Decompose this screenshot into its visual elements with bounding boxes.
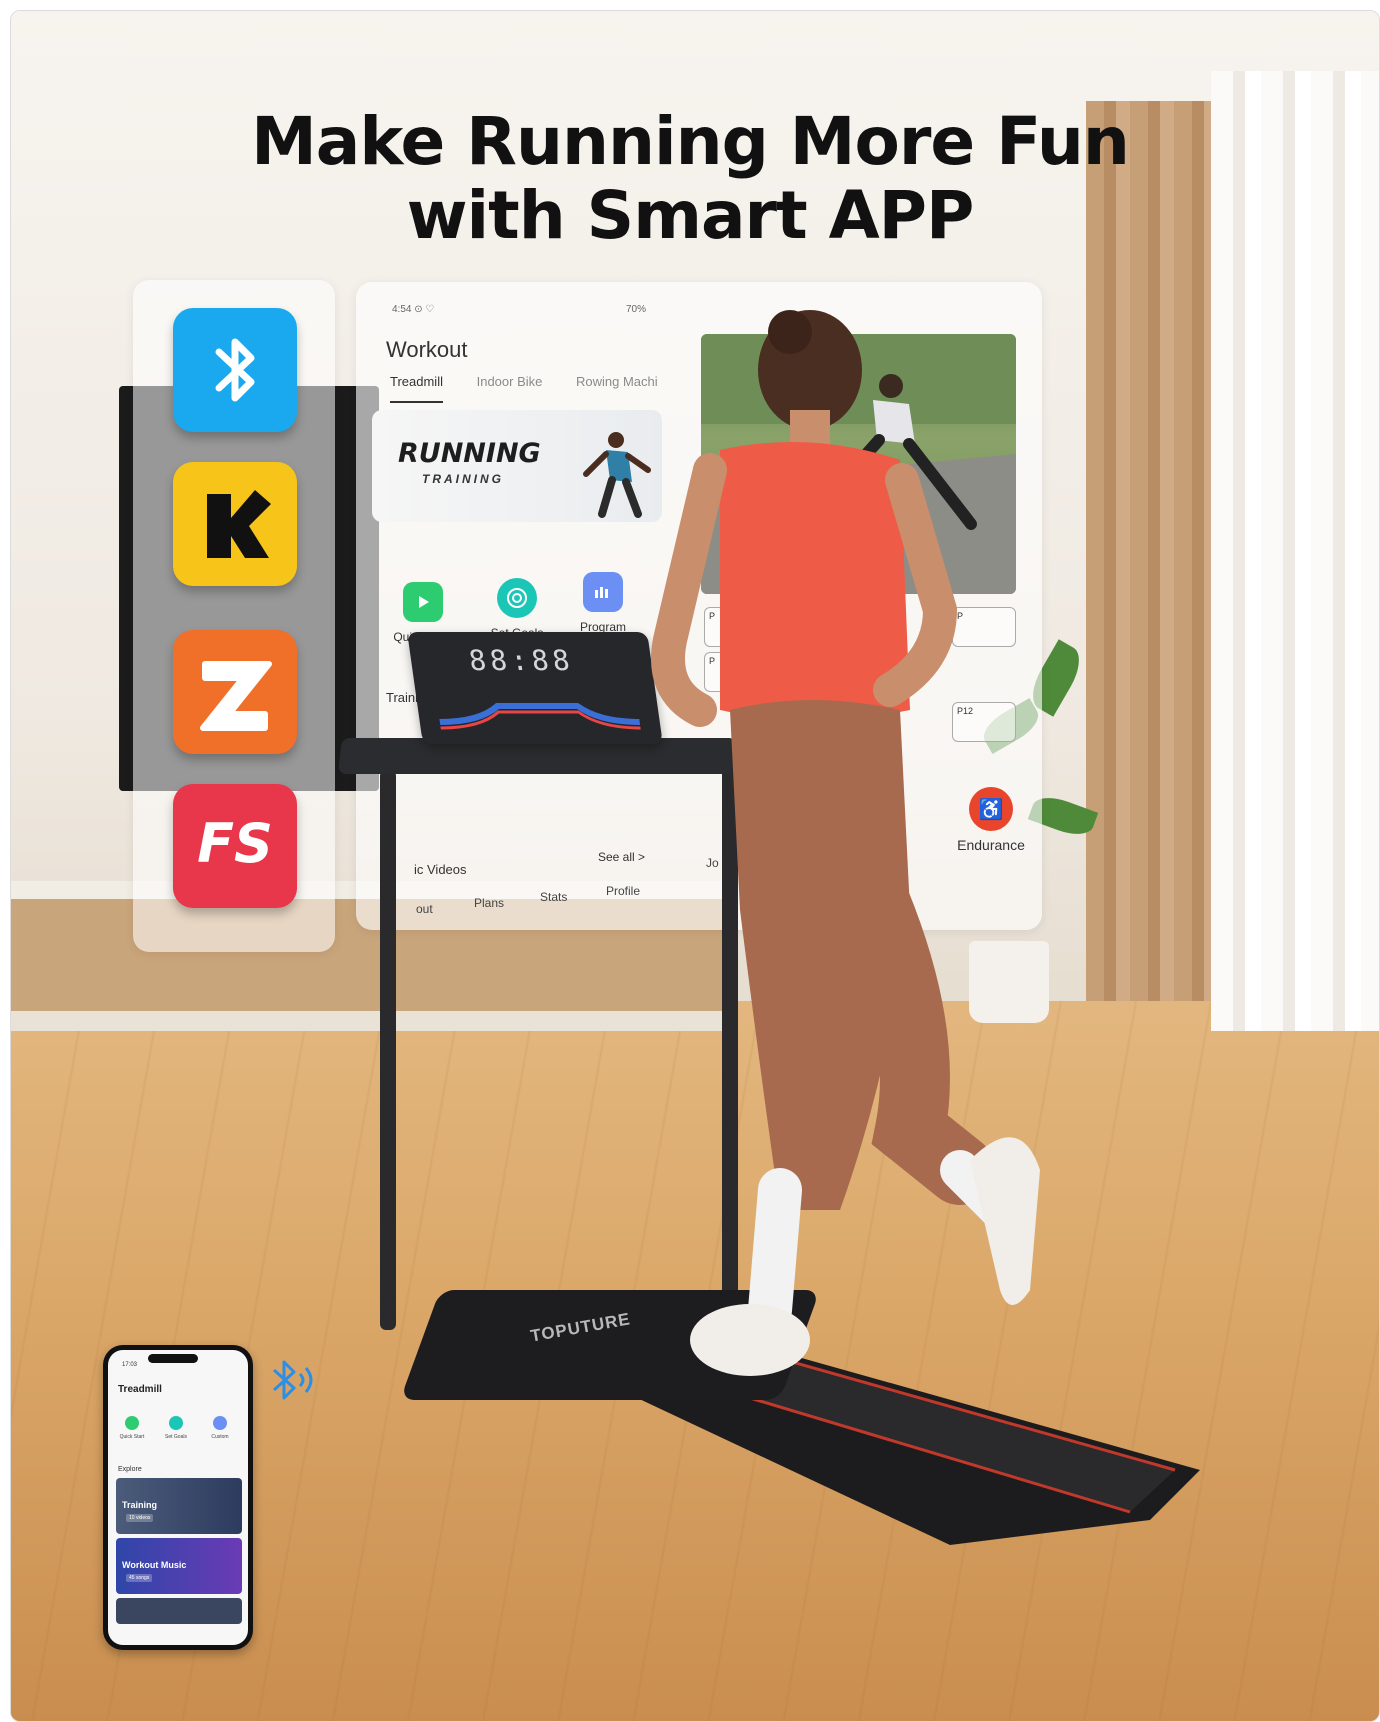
woman-running <box>651 310 1040 1376</box>
play-icon <box>403 582 443 622</box>
phone-custom[interactable]: Custom <box>200 1416 240 1440</box>
smartphone-mockup: 17:03 Treadmill Quick Start Set Goals Cu… <box>103 1345 253 1650</box>
phone-training-card[interactable]: Training 10 videos <box>116 1478 242 1534</box>
nav-workout[interactable]: out <box>416 902 433 916</box>
phone-notch <box>148 1354 198 1363</box>
treadmill-console: 88:88 <box>407 632 663 744</box>
treadmill-left-post <box>380 770 396 1330</box>
zwift-icon <box>173 630 297 754</box>
phone-screen: 17:03 Treadmill Quick Start Set Goals Cu… <box>108 1350 248 1645</box>
see-all-link[interactable]: See all > <box>598 850 645 864</box>
headline-line-2: with Smart APP <box>406 177 975 254</box>
bluetooth-icon <box>173 308 297 432</box>
nav-plans[interactable]: Plans <box>474 896 504 910</box>
compatible-apps-panel: FS <box>133 280 335 952</box>
phone-title: Treadmill <box>118 1384 162 1395</box>
program-icon <box>583 572 623 612</box>
fitshow-icon: FS <box>173 784 297 908</box>
phone-quick-start[interactable]: Quick Start <box>112 1416 152 1440</box>
running-training-banner[interactable]: RUNNING TRAINING <box>372 410 662 522</box>
custom-icon <box>213 1416 227 1430</box>
phone-music-card[interactable]: Workout Music 45 songs <box>116 1538 242 1594</box>
target-icon <box>497 578 537 618</box>
tab-treadmill[interactable]: Treadmill <box>390 374 443 403</box>
nav-profile[interactable]: Profile <box>606 884 640 898</box>
status-time: 4:54 ⊙ ♡ <box>392 304 435 315</box>
workout-title: Workout <box>386 337 468 362</box>
bluetooth-signal-icon <box>272 1360 313 1400</box>
phone-set-goals[interactable]: Set Goals <box>156 1416 196 1440</box>
play-icon <box>125 1416 139 1430</box>
tab-indoor-bike[interactable]: Indoor Bike <box>477 374 543 389</box>
target-icon <box>169 1416 183 1430</box>
music-videos-label: ic Videos <box>414 862 467 877</box>
kinomap-icon <box>173 462 297 586</box>
banner-title: RUNNING <box>398 438 541 469</box>
headline-line-1: Make Running More Fun <box>251 103 1130 180</box>
nav-stats[interactable]: Stats <box>540 890 567 904</box>
phone-explore-label: Explore <box>118 1466 142 1473</box>
program-button[interactable]: Program <box>558 572 648 634</box>
phone-card-partial <box>116 1598 242 1624</box>
console-wave-graphic <box>439 703 641 730</box>
phone-time: 17:03 <box>122 1362 138 1368</box>
console-display: 88:88 <box>466 644 576 677</box>
svg-text:FS: FS <box>197 812 273 875</box>
banner-subtitle: TRAINING <box>422 472 504 486</box>
headline: Make Running More Fun with Smart APP <box>0 105 1380 253</box>
set-goals-button[interactable]: Set Goals <box>472 578 562 640</box>
